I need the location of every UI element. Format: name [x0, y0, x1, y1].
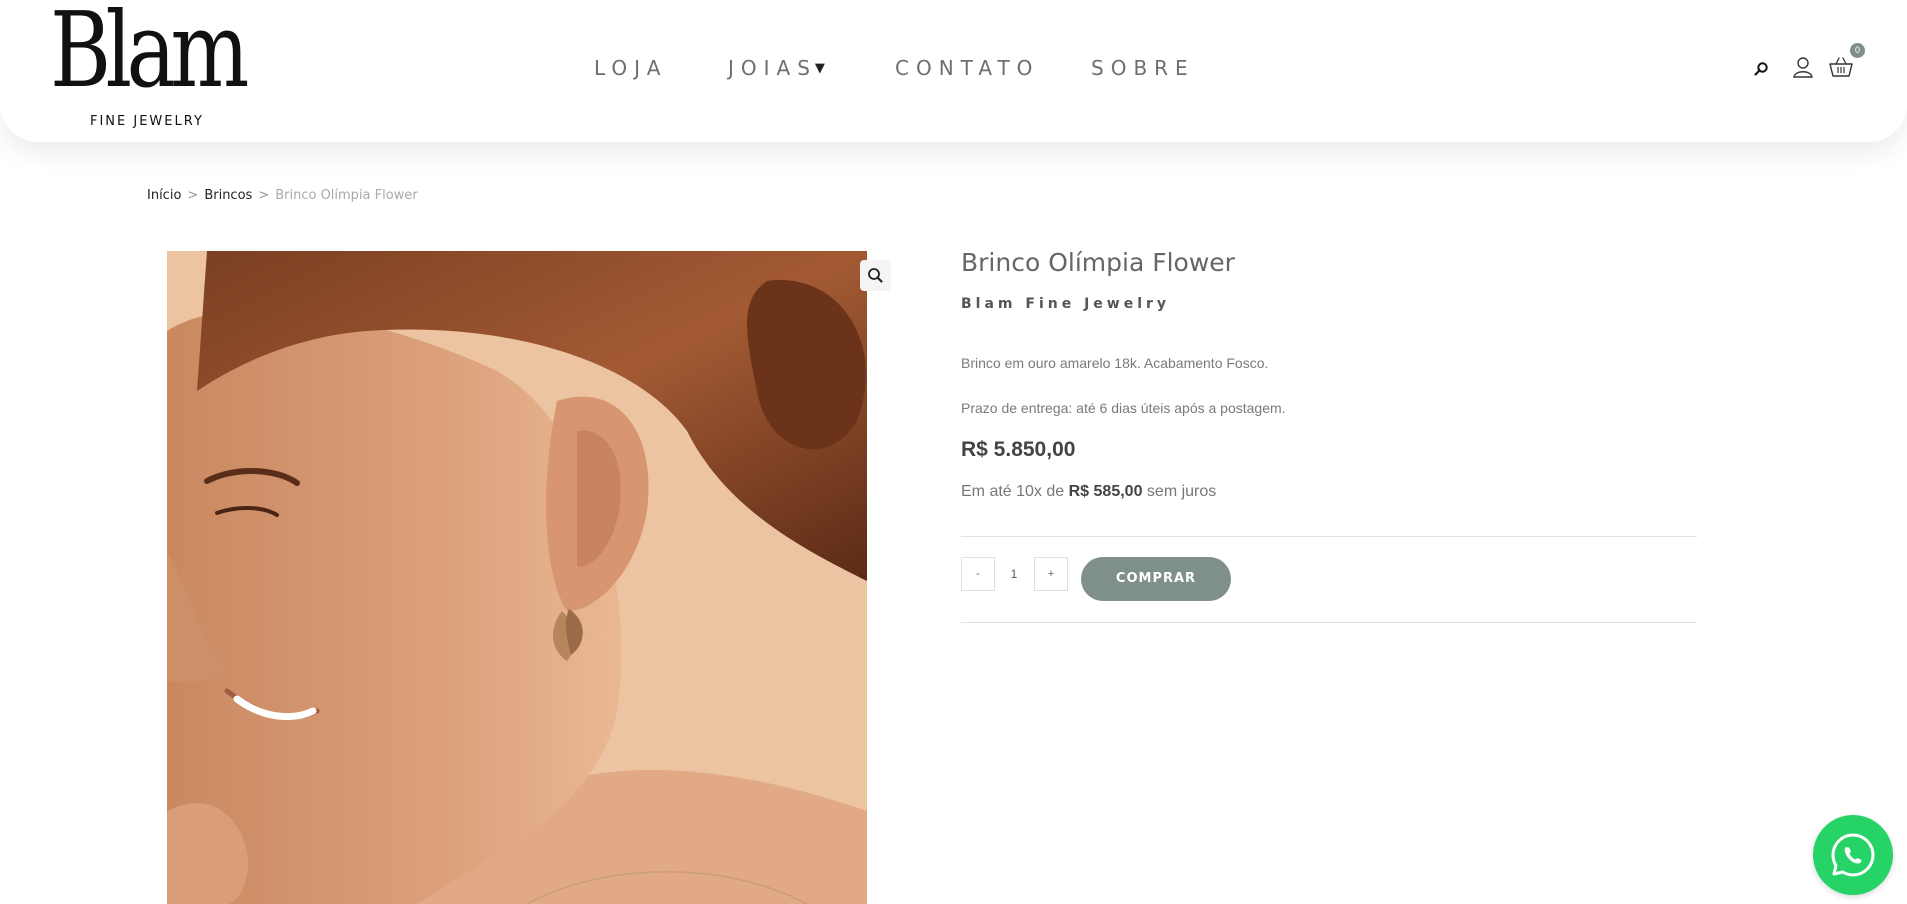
nav-sobre[interactable]: SOBRE: [1091, 56, 1195, 80]
product-description: Brinco em ouro amarelo 18k. Acabamento F…: [961, 355, 1269, 371]
main-nav: LOJA JOIAS▼ CONTATO SOBRE: [0, 56, 1907, 86]
product-title: Brinco Olímpia Flower: [961, 248, 1235, 277]
product-image[interactable]: [167, 251, 867, 904]
logo-wordmark: Blam: [50, 0, 249, 111]
logo-subtitle: FINE JEWELRY: [90, 114, 204, 129]
nav-loja[interactable]: LOJA: [594, 56, 667, 80]
nav-joias-label: JOIAS: [728, 56, 817, 80]
breadcrumb-separator: >: [258, 188, 270, 203]
breadcrumb-current: Brinco Olímpia Flower: [275, 188, 418, 203]
cart-icon[interactable]: [1828, 56, 1854, 78]
product-price: R$ 5.850,00: [961, 438, 1076, 461]
breadcrumb-category[interactable]: Brincos: [204, 188, 252, 203]
breadcrumb-home[interactable]: Início: [147, 188, 181, 203]
whatsapp-icon: [1831, 833, 1875, 877]
delivery-info: Prazo de entrega: até 6 dias úteis após …: [961, 400, 1286, 416]
installments-prefix: Em até 10x de: [961, 483, 1065, 500]
nav-contato[interactable]: CONTATO: [895, 56, 1039, 80]
divider: [961, 536, 1697, 537]
user-icon[interactable]: [1792, 56, 1814, 78]
installments-suffix: sem juros: [1146, 483, 1217, 500]
installments-amount: R$ 585,00: [1068, 483, 1143, 500]
quantity-increase-button[interactable]: +: [1034, 557, 1068, 591]
quantity-decrease-button[interactable]: -: [961, 557, 995, 591]
site-header: Blam FINE JEWELRY LOJA JOIAS▼ CONTATO SO…: [0, 0, 1907, 142]
breadcrumb-separator: >: [187, 188, 199, 203]
installments-info: Em até 10x de R$ 585,00 sem juros: [961, 483, 1216, 501]
image-zoom-button[interactable]: [860, 260, 891, 291]
search-icon[interactable]: [1753, 61, 1769, 77]
nav-joias[interactable]: JOIAS▼: [728, 56, 825, 80]
product-photo-illustration: [167, 251, 867, 904]
divider: [961, 622, 1697, 623]
whatsapp-button[interactable]: [1813, 815, 1893, 895]
magnifier-icon: [868, 268, 883, 283]
quantity-input[interactable]: [997, 557, 1031, 591]
breadcrumb: Início > Brincos > Brinco Olímpia Flower: [147, 188, 418, 203]
cart-count-badge: 0: [1850, 43, 1865, 58]
buy-button[interactable]: COMPRAR: [1081, 557, 1231, 601]
product-brand: Blam Fine Jewelry: [961, 296, 1171, 312]
chevron-down-icon: ▼: [814, 61, 825, 76]
